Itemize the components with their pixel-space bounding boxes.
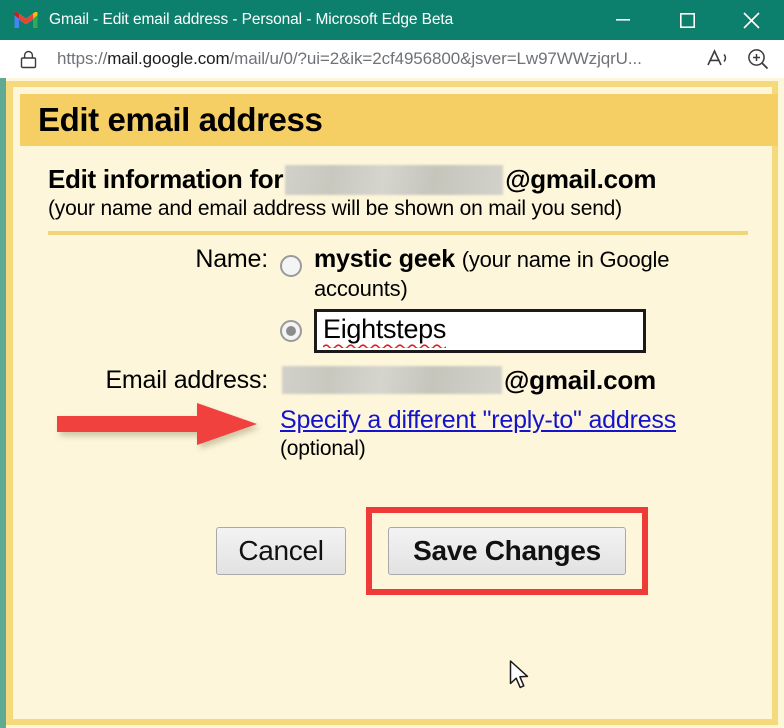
replyto-col: Specify a different "reply-to" address (…	[280, 406, 778, 461]
dialog-frame: Edit email address Edit information for …	[6, 81, 778, 725]
name-label: Name:	[195, 245, 268, 273]
edit-info-domain: @gmail.com	[505, 164, 657, 194]
edit-form: Name: mystic geek (your name in Google a…	[20, 245, 778, 595]
dialog-header: Edit email address	[20, 94, 778, 146]
redacted-username	[285, 164, 504, 195]
title-bar: Gmail - Edit email address - Personal - …	[0, 0, 784, 40]
header-divider	[48, 231, 748, 235]
maximize-button[interactable]	[664, 0, 710, 40]
save-changes-button[interactable]: Save Changes	[388, 526, 626, 575]
close-icon	[742, 11, 760, 29]
minimize-button[interactable]	[600, 0, 646, 40]
save-button-highlight: Save Changes	[366, 506, 648, 595]
browser-window: Gmail - Edit email address - Personal - …	[0, 0, 784, 728]
window-title: Gmail - Edit email address - Personal - …	[49, 11, 454, 28]
cancel-button[interactable]: Cancel	[216, 526, 346, 575]
replyto-row: Specify a different "reply-to" address (…	[20, 406, 778, 461]
replyto-optional-label: (optional)	[280, 436, 366, 460]
name-account-row: Name: mystic geek (your name in Google a…	[20, 245, 778, 303]
read-aloud-icon	[707, 49, 727, 66]
zoom-magnifier-icon	[748, 49, 769, 70]
url-text[interactable]: https://mail.google.com/mail/u/0/?ui=2&i…	[57, 49, 642, 69]
email-domain: @gmail.com	[504, 364, 656, 395]
dialog-content: Edit information for @gmail.com (your na…	[20, 146, 778, 713]
url-scheme: https://	[57, 49, 108, 68]
radio-custom-name[interactable]	[280, 319, 302, 342]
account-name-body: mystic geek (your name in Google account…	[314, 245, 714, 303]
maximize-icon	[679, 12, 695, 28]
address-bar[interactable]: https://mail.google.com/mail/u/0/?ui=2&i…	[0, 40, 784, 78]
close-button[interactable]	[728, 0, 774, 40]
gmail-m-icon	[14, 12, 38, 28]
account-name-text: mystic geek (your name in Google account…	[314, 245, 714, 303]
minimize-icon	[616, 19, 630, 21]
page-title: Edit email address	[38, 101, 323, 138]
url-path: /mail/u/0/?ui=2&ik=2cf4956800&jsver=Lw97…	[229, 49, 642, 68]
account-name-value: mystic geek	[314, 245, 455, 273]
page-body: Edit email address Edit information for …	[0, 78, 784, 728]
edit-info-line: Edit information for @gmail.com	[48, 164, 778, 195]
lock-icon	[20, 50, 37, 68]
custom-name-value: Eightsteps	[323, 314, 447, 348]
custom-name-input[interactable]: Eightsteps	[314, 308, 646, 353]
zoom-button[interactable]	[746, 47, 770, 71]
read-aloud-button[interactable]	[706, 47, 732, 71]
spellcheck-squiggle-icon	[323, 344, 447, 348]
dialog-subtitle: (your name and email address will be sho…	[48, 197, 622, 220]
url-host: mail.google.com	[107, 49, 230, 68]
name-custom-row: Eightsteps	[20, 308, 778, 353]
email-address-row: Email address: @gmail.com	[20, 365, 778, 396]
edit-info-prefix: Edit information for	[48, 164, 284, 194]
specify-replyto-link[interactable]: Specify a different "reply-to" address	[280, 406, 676, 435]
email-label: Email address:	[105, 365, 268, 394]
redacted-email-username	[282, 366, 502, 394]
dialog-buttons: Cancel Save Changes	[216, 506, 778, 595]
email-value: @gmail.com	[280, 365, 656, 396]
radio-account-name[interactable]	[280, 255, 302, 277]
